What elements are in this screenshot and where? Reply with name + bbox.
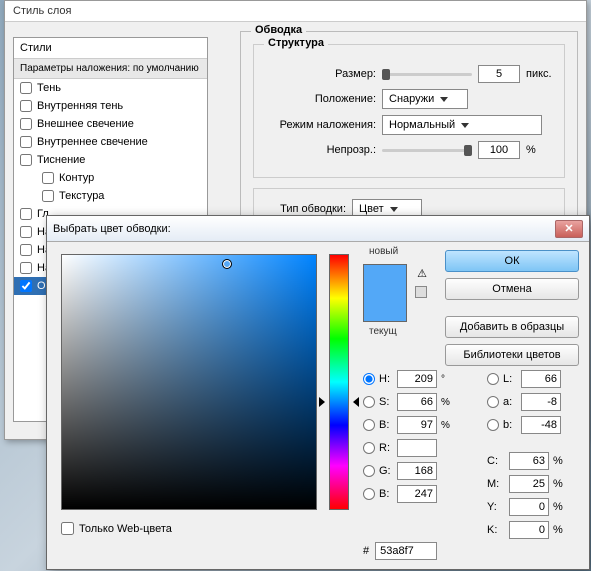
web-only-checkbox[interactable]	[61, 522, 74, 535]
input-h[interactable]	[397, 370, 437, 388]
size-input[interactable]	[478, 65, 520, 83]
chevron-down-icon	[440, 97, 448, 102]
input-s[interactable]	[397, 393, 437, 411]
type-label: Тип обводки:	[266, 203, 346, 215]
chk-bevel[interactable]	[20, 154, 32, 166]
web-only-row[interactable]: Только Web-цвета	[61, 522, 172, 535]
blend-label: Режим наложения:	[266, 119, 376, 131]
chevron-down-icon	[390, 207, 398, 212]
new-label: новый	[369, 246, 398, 257]
color-preview	[363, 264, 407, 322]
input-y[interactable]	[509, 498, 549, 516]
preview-new[interactable]	[364, 265, 406, 293]
chk-drop-shadow[interactable]	[20, 82, 32, 94]
px-label: пикс.	[526, 68, 552, 80]
radio-r[interactable]	[363, 442, 375, 454]
row-inner-shadow[interactable]: Внутренняя тень	[14, 97, 207, 115]
size-label: Размер:	[266, 68, 376, 80]
position-label: Положение:	[266, 93, 376, 105]
color-picker-dialog: Выбрать цвет обводки: ✕ новый текущ ⚠ ОК…	[46, 215, 590, 570]
chk-color-overlay[interactable]	[20, 226, 32, 238]
layer-style-title: Стиль слоя	[5, 1, 586, 22]
hsb-rgb-group: H:° S:% B:% R: G: B:	[363, 370, 457, 503]
radio-g[interactable]	[363, 465, 375, 477]
web-only-label: Только Web-цвета	[79, 523, 172, 535]
blend-combo[interactable]: Нормальный	[382, 115, 542, 135]
cmyk-group: C:% M:% Y:% K:%	[487, 452, 569, 539]
input-a[interactable]	[521, 393, 561, 411]
radio-l[interactable]	[487, 373, 499, 385]
styles-header[interactable]: Стили	[14, 38, 207, 59]
close-icon: ✕	[564, 222, 573, 235]
input-k[interactable]	[509, 521, 549, 539]
pct-label: %	[526, 144, 536, 156]
structure-group: Структура Размер: пикс. Положение: Снару…	[253, 44, 565, 178]
chk-inner-glow[interactable]	[20, 136, 32, 148]
lab-group: L: a: b:	[487, 370, 581, 434]
color-field[interactable]	[61, 254, 317, 510]
chk-texture[interactable]	[42, 190, 54, 202]
websafe-warning-icon[interactable]	[415, 286, 427, 298]
opacity-input[interactable]	[478, 141, 520, 159]
row-drop-shadow[interactable]: Тень	[14, 79, 207, 97]
chk-stroke[interactable]	[20, 280, 32, 292]
radio-h[interactable]	[363, 373, 375, 385]
picker-body: новый текущ ⚠ ОК Отмена Добавить в образ…	[47, 242, 589, 569]
input-g[interactable]	[397, 462, 437, 480]
row-texture[interactable]: Текстура	[14, 187, 207, 205]
input-c[interactable]	[509, 452, 549, 470]
color-field-cursor-icon[interactable]	[222, 259, 232, 269]
preview-current[interactable]	[364, 293, 406, 321]
hash-label: #	[363, 545, 369, 557]
input-bv[interactable]	[397, 416, 437, 434]
add-swatch-button[interactable]: Добавить в образцы	[445, 316, 579, 338]
row-outer-glow[interactable]: Внешнее свечение	[14, 115, 207, 133]
row-contour[interactable]: Контур	[14, 169, 207, 187]
radio-lb[interactable]	[487, 419, 499, 431]
input-r[interactable]	[397, 439, 437, 457]
close-button[interactable]: ✕	[555, 220, 583, 238]
input-l[interactable]	[521, 370, 561, 388]
slider-thumb-icon[interactable]	[382, 69, 390, 80]
chevron-down-icon	[461, 123, 469, 128]
hue-slider[interactable]	[329, 254, 349, 510]
ok-button[interactable]: ОК	[445, 250, 579, 272]
slider-thumb-icon[interactable]	[464, 145, 472, 156]
row-inner-glow[interactable]: Внутреннее свечение	[14, 133, 207, 151]
hex-input[interactable]	[375, 542, 437, 560]
cancel-button[interactable]: Отмена	[445, 278, 579, 300]
radio-a[interactable]	[487, 396, 499, 408]
chk-pattern-overlay[interactable]	[20, 262, 32, 274]
row-bevel[interactable]: Тиснение	[14, 151, 207, 169]
chk-outer-glow[interactable]	[20, 118, 32, 130]
input-m[interactable]	[509, 475, 549, 493]
opacity-label: Непрозр.:	[266, 144, 376, 156]
radio-b[interactable]	[363, 419, 375, 431]
blend-defaults[interactable]: Параметры наложения: по умолчанию	[14, 59, 207, 79]
color-libraries-button[interactable]: Библиотеки цветов	[445, 344, 579, 366]
radio-s[interactable]	[363, 396, 375, 408]
input-bc[interactable]	[397, 485, 437, 503]
chk-satin[interactable]	[20, 208, 32, 220]
picker-title-text: Выбрать цвет обводки:	[53, 223, 171, 235]
picker-titlebar[interactable]: Выбрать цвет обводки: ✕	[47, 216, 589, 242]
chk-gradient-overlay[interactable]	[20, 244, 32, 256]
chk-inner-shadow[interactable]	[20, 100, 32, 112]
cur-label: текущ	[369, 326, 397, 337]
chk-contour[interactable]	[42, 172, 54, 184]
opacity-slider[interactable]	[382, 149, 472, 152]
hex-row: #	[363, 542, 437, 560]
size-slider[interactable]	[382, 73, 472, 76]
position-combo[interactable]: Снаружи	[382, 89, 468, 109]
radio-bc[interactable]	[363, 488, 375, 500]
stroke-legend: Обводка	[251, 24, 306, 36]
input-lb[interactable]	[521, 416, 561, 434]
structure-legend: Структура	[264, 37, 328, 49]
gamut-warning-icon[interactable]: ⚠	[415, 266, 429, 280]
